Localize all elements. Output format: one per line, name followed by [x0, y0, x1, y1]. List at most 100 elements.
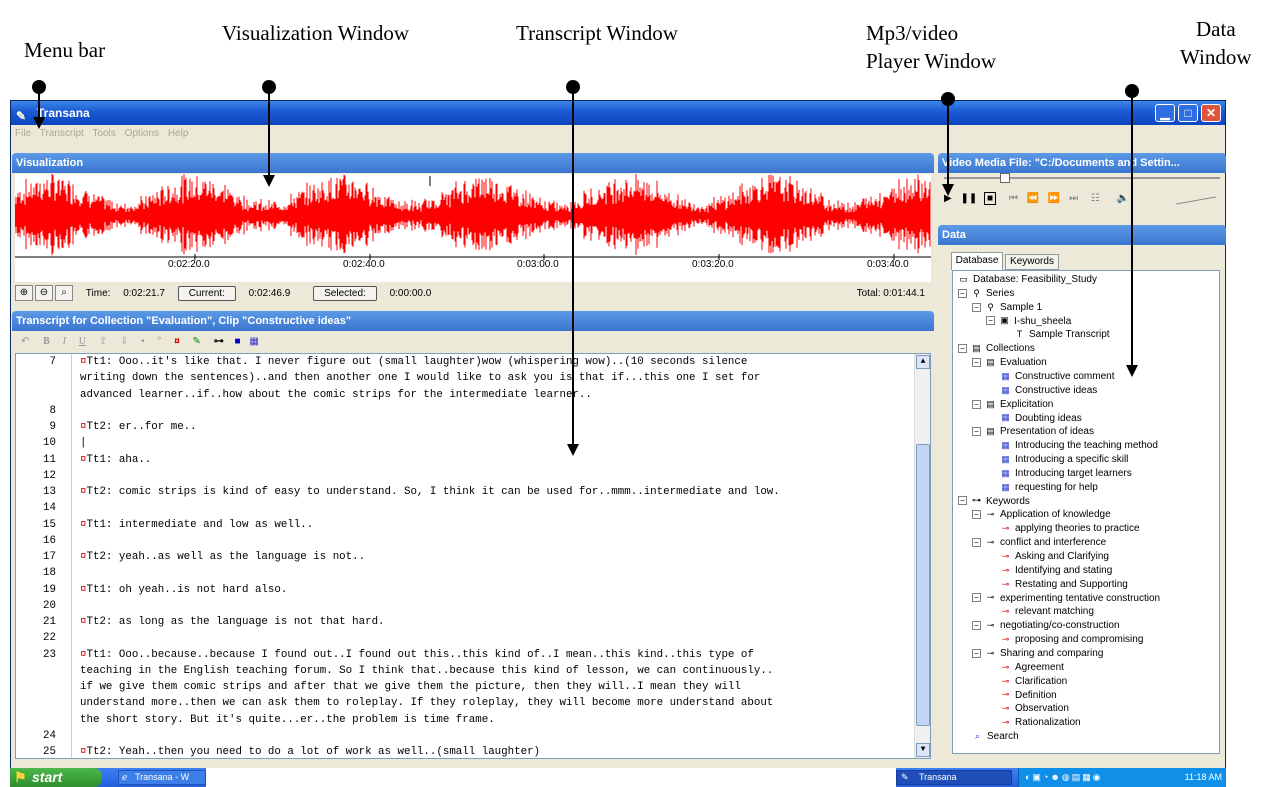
keyword-icon[interactable]: ⊶	[214, 336, 224, 347]
title-bar[interactable]: ✎ Transana ▁ □ ✕	[11, 101, 1225, 125]
collapse-toggle-icon[interactable]: −	[972, 399, 981, 409]
database-tree[interactable]: ▭ Database: Feasibility_Study − ⚲ Series − ⚲ Sa…	[952, 270, 1220, 754]
playlist-icon[interactable]: ☷	[1091, 193, 1100, 204]
pause-icon[interactable]: ❚❚	[960, 193, 977, 204]
taskbar-item-browser[interactable]: ℯ Transana - W	[118, 770, 206, 785]
tab-database[interactable]: Database	[951, 252, 1003, 270]
zoom-out-icon[interactable]: ⊖	[35, 285, 53, 302]
collapse-toggle-icon[interactable]: −	[958, 288, 967, 298]
tree-node[interactable]: ▦ Constructive comment	[999, 370, 1114, 384]
tree-node[interactable]: − ⊸ negotiating/co-construction	[972, 619, 1120, 633]
tree-node[interactable]: ⌕ Search	[971, 730, 1019, 744]
tree-node[interactable]: ⊸ Agreement	[999, 661, 1064, 675]
bold-icon[interactable]: B	[43, 336, 50, 347]
snapshot-icon[interactable]: ✎	[193, 336, 201, 347]
tree-node[interactable]: ⊸ Asking and Clarifying	[999, 550, 1109, 564]
tree-node[interactable]: − ▤ Evaluation	[972, 356, 1047, 370]
collapse-toggle-icon[interactable]: −	[972, 510, 981, 520]
transcript-editor[interactable]: 7 ¤Tt1: Ooo..it's like that. I never figu…	[15, 353, 931, 759]
skip-end-icon[interactable]: ⏭	[1069, 193, 1078, 204]
tree-node[interactable]: − ⊸ Sharing and comparing	[972, 647, 1103, 661]
collapse-toggle-icon[interactable]: −	[972, 538, 981, 547]
rewind-icon[interactable]: ⏪	[1027, 193, 1039, 204]
current-button[interactable]: Current:	[177, 286, 236, 301]
transana-window: ✎ Transana ▁ □ ✕ File Transcript Tools O…	[10, 100, 1226, 770]
tree-node[interactable]: − ⊸ experimenting tentative construction	[972, 592, 1160, 606]
collapse-toggle-icon[interactable]: −	[972, 621, 981, 631]
volume-icon[interactable]: 🔈	[1117, 193, 1129, 204]
tree-node[interactable]: ⊸ proposing and compromising	[999, 633, 1144, 647]
tree-node[interactable]: − ⚲ Series	[958, 287, 1014, 301]
collapse-toggle-icon[interactable]: −	[972, 427, 981, 437]
scroll-thumb[interactable]	[916, 444, 930, 726]
start-button[interactable]: ⚑ start	[10, 768, 102, 787]
fast-forward-icon[interactable]: ⏩	[1048, 193, 1060, 204]
maximize-button[interactable]: □	[1178, 104, 1198, 122]
tree-node[interactable]: ⊸ relevant matching	[999, 605, 1094, 619]
tree-node[interactable]: ⊸ Restating and Supporting	[999, 578, 1128, 592]
collapse-toggle-icon[interactable]: −	[958, 344, 967, 354]
tab-keywords[interactable]: Keywords	[1005, 254, 1059, 270]
volume-slider[interactable]	[1176, 196, 1216, 205]
tree-node[interactable]: − ▤ Collections	[958, 342, 1035, 356]
menu-tools[interactable]: Tools	[92, 128, 115, 139]
underline-icon[interactable]: U	[79, 336, 86, 347]
tree-node[interactable]: T Sample Transcript	[1013, 328, 1110, 342]
menu-file[interactable]: File	[15, 128, 31, 139]
degree-icon[interactable]: °	[157, 336, 161, 347]
menu-options[interactable]: Options	[125, 128, 159, 139]
tree-node[interactable]: ⊸ applying theories to practice	[999, 522, 1140, 536]
tree-node[interactable]: ▦ Introducing target learners	[999, 467, 1132, 481]
tree-node[interactable]: − ⊶ Keywords	[958, 495, 1030, 509]
tree-node[interactable]: ▦ Constructive ideas	[999, 384, 1097, 398]
save-icon[interactable]: ■	[234, 336, 240, 347]
position-slider[interactable]	[1000, 173, 1010, 183]
tree-node[interactable]: ⊸ Clarification	[999, 675, 1068, 689]
tree-node[interactable]: − ▤ Explicitation	[972, 398, 1053, 412]
collapse-toggle-icon[interactable]: −	[972, 648, 981, 658]
tree-node[interactable]: ▦ requesting for help	[999, 481, 1098, 495]
tree-node[interactable]: − ⚲ Sample 1	[972, 301, 1042, 315]
tree-node[interactable]: ⊸ Rationalization	[999, 716, 1081, 730]
tree-node[interactable]: ⊸ Identifying and stating	[999, 564, 1113, 578]
tree-node[interactable]: ⊸ Definition	[999, 689, 1057, 703]
menu-help[interactable]: Help	[168, 128, 189, 139]
falling-intonation-icon[interactable]: ⇩	[120, 336, 128, 347]
collapse-toggle-icon[interactable]: −	[972, 357, 981, 367]
undo-icon[interactable]: ↶	[21, 336, 29, 347]
rising-intonation-icon[interactable]: ⇧	[99, 336, 107, 347]
menu-transcript[interactable]: Transcript	[40, 128, 84, 139]
italic-icon[interactable]: I	[63, 336, 66, 347]
taskbar-item-transana[interactable]: ✎ Transana	[896, 770, 1012, 785]
zoom-in-icon[interactable]: ⊕	[15, 285, 33, 302]
collapse-toggle-icon[interactable]: −	[972, 302, 981, 312]
tree-node[interactable]: ▦ Introducing a specific skill	[999, 453, 1128, 467]
collapse-toggle-icon[interactable]: −	[972, 593, 981, 603]
stop-icon[interactable]: ■	[984, 192, 997, 205]
film-icon[interactable]: ▦	[249, 336, 258, 347]
close-button[interactable]: ✕	[1201, 104, 1221, 122]
collapse-toggle-icon[interactable]: −	[958, 496, 967, 506]
scroll-up-icon[interactable]: ▲	[916, 355, 930, 369]
transcript-scrollbar[interactable]: ▲ ▼	[914, 354, 930, 758]
selected-button[interactable]: Selected:	[313, 286, 377, 301]
tree-node[interactable]: − ⊸ conflict and interference	[972, 536, 1106, 550]
tree-node[interactable]: − ▣ I-shu_sheela	[986, 315, 1071, 329]
series-icon: ⚲	[987, 301, 994, 312]
tree-node[interactable]: − ▤ Presentation of ideas	[972, 425, 1094, 439]
timecode-icon[interactable]: ¤	[174, 336, 180, 347]
tree-node-label: Database: Feasibility_Study	[973, 274, 1097, 285]
tree-node[interactable]: − ⊸ Application of knowledge	[972, 508, 1111, 522]
tree-node[interactable]: ▦ Introducing the teaching method	[999, 439, 1158, 453]
position-track[interactable]	[944, 177, 1220, 179]
zoom-fit-icon[interactable]: ⌕	[55, 285, 73, 302]
minimize-button[interactable]: ▁	[1155, 104, 1175, 122]
dot-icon[interactable]: •	[141, 336, 145, 347]
tree-node[interactable]: ▭ Database: Feasibility_Study	[957, 273, 1097, 287]
scroll-down-icon[interactable]: ▼	[916, 743, 930, 757]
skip-start-icon[interactable]: ⏮	[1009, 193, 1018, 204]
tree-node[interactable]: ▦ Doubting ideas	[999, 412, 1081, 426]
tree-node[interactable]: ⊸ Observation	[999, 702, 1069, 716]
collapse-toggle-icon[interactable]: −	[986, 316, 995, 326]
tray-icons[interactable]: ◐▣◔☻◍▤▦◉	[1025, 768, 1103, 787]
